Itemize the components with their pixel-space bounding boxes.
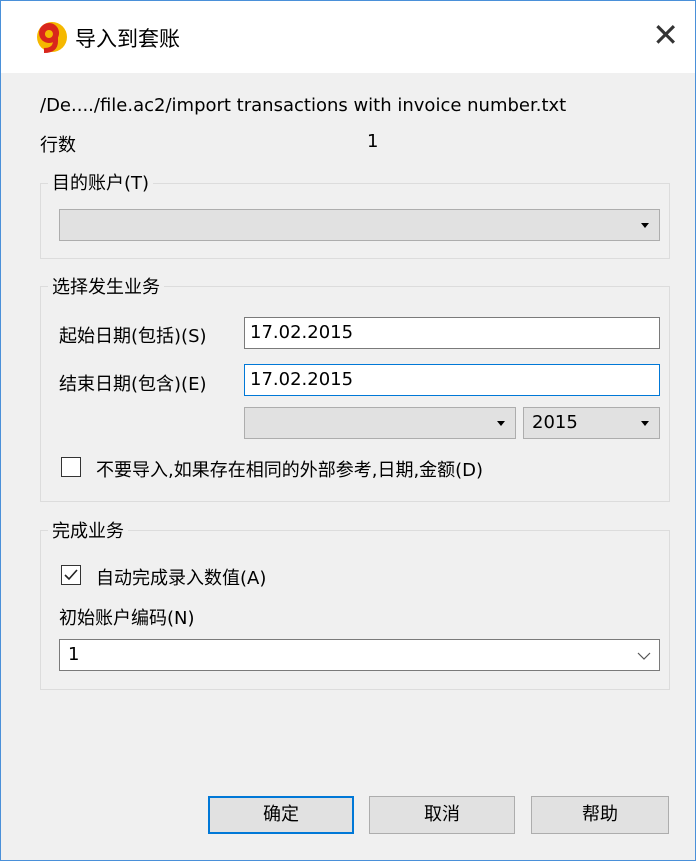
autocomplete-checkbox[interactable] (61, 565, 81, 585)
ok-button[interactable]: 确定 (208, 796, 354, 834)
import-dialog: 导入到套账 ✕ /De..../file.ac2/import transact… (0, 0, 696, 861)
app-logo-icon (37, 22, 67, 53)
chevron-down-icon (637, 652, 651, 660)
dropdown-arrow-icon (497, 421, 505, 426)
target-account-combo[interactable] (59, 209, 660, 241)
close-icon[interactable]: ✕ (652, 19, 679, 51)
start-date-input[interactable]: 17.02.2015 (244, 317, 660, 349)
initial-code-value: 1 (68, 644, 80, 665)
checkmark-icon (64, 569, 78, 581)
year-combo[interactable]: 2015 (523, 407, 660, 439)
autocomplete-label: 自动完成录入数值(A) (96, 568, 267, 589)
help-button[interactable]: 帮助 (531, 796, 669, 834)
rows-value: 1 (367, 131, 379, 152)
target-account-legend: 目的账户(T) (48, 169, 154, 195)
window-title: 导入到套账 (75, 27, 180, 51)
period-combo[interactable] (244, 407, 516, 439)
end-date-input[interactable]: 17.02.2015 (244, 364, 660, 396)
title-bar: 导入到套账 ✕ (1, 1, 695, 73)
no-duplicates-checkbox[interactable] (61, 457, 81, 477)
year-selected: 2015 (532, 412, 578, 433)
initial-code-combo[interactable]: 1 (59, 639, 660, 671)
select-transactions-legend: 选择发生业务 (48, 273, 164, 299)
initial-code-label: 初始账户编码(N) (59, 608, 195, 629)
dropdown-arrow-icon (641, 223, 649, 228)
file-path: /De..../file.ac2/import transactions wit… (40, 95, 567, 116)
cancel-button[interactable]: 取消 (369, 796, 515, 834)
no-duplicates-label: 不要导入,如果存在相同的外部参考,日期,金额(D) (96, 460, 484, 481)
start-date-label: 起始日期(包括)(S) (59, 326, 207, 347)
dropdown-arrow-icon (641, 421, 649, 426)
end-date-label: 结束日期(包含)(E) (59, 374, 207, 395)
rows-label: 行数 (40, 135, 76, 156)
complete-transactions-legend: 完成业务 (48, 517, 128, 543)
